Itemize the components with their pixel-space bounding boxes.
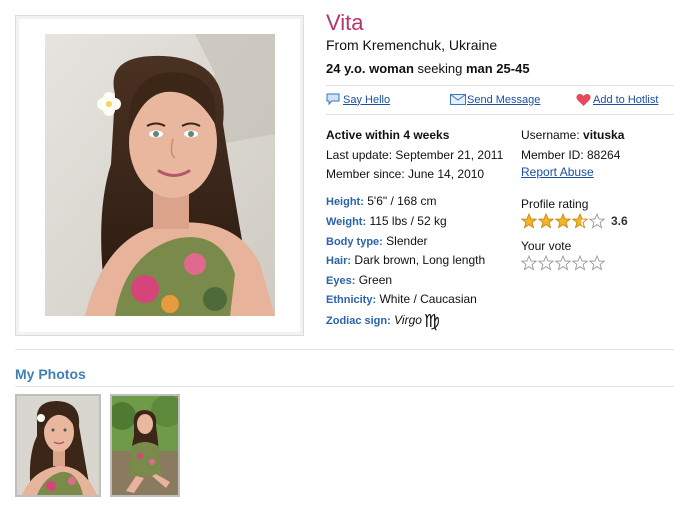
rating-star-icon — [538, 213, 554, 229]
say-hello-button[interactable]: Say Hello — [326, 93, 390, 106]
active-status: Active within 4 weeks — [326, 128, 450, 142]
last-update: Last update: September 21, 2011 — [326, 148, 504, 162]
divider-top — [326, 85, 674, 86]
detail-value: Slender — [382, 234, 428, 248]
detail-value: Green — [355, 273, 393, 287]
detail-row: Hair: Dark brown, Long length — [326, 253, 485, 267]
send-message-button[interactable]: Send Message — [450, 93, 540, 106]
heart-icon — [576, 93, 591, 106]
rating-star-icon — [521, 213, 537, 229]
photo-thumbnail-2[interactable] — [110, 394, 180, 497]
profile-location: From Kremenchuk, Ukraine — [326, 37, 498, 53]
photo-thumbnail-2-image — [112, 396, 178, 495]
profile-name: Vita — [326, 10, 364, 35]
profile-seeking: 24 y.o. woman seeking man 25-45 — [326, 61, 530, 76]
detail-row: Zodiac sign: Virgo ♍ — [326, 311, 440, 332]
divider-photos — [15, 349, 674, 350]
member-since: Member since: June 14, 2010 — [326, 167, 485, 181]
detail-row: Weight: 115 lbs / 52 kg — [326, 214, 447, 228]
username-label: Username: — [521, 128, 580, 142]
detail-label: Ethnicity: — [326, 294, 377, 306]
detail-label: Body type: — [326, 236, 383, 248]
member-id: Member ID: 88264 — [521, 148, 621, 162]
photo-thumbnail-1[interactable] — [15, 394, 101, 497]
chat-bubble-icon — [326, 93, 341, 106]
my-photos-title: My Photos — [15, 366, 86, 382]
username-row: Username: vituska — [521, 128, 624, 142]
detail-value: 5'6" / 168 cm — [363, 194, 437, 208]
rating-star-icon — [555, 213, 571, 229]
main-photo-image — [45, 34, 275, 316]
your-vote-label: Your vote — [521, 239, 572, 253]
report-abuse-link[interactable]: Report Abuse — [521, 165, 594, 179]
send-message-label: Send Message — [467, 93, 541, 106]
rating-star-icon — [589, 213, 605, 229]
detail-label: Weight: — [326, 216, 367, 228]
profile-rating-stars: 3.6 — [521, 213, 628, 229]
detail-row: Ethnicity: White / Caucasian — [326, 292, 477, 306]
detail-row: Body type: Slender — [326, 234, 428, 248]
username-value: vituska — [583, 128, 625, 142]
add-to-hotlist-button[interactable]: Add to Hotlist — [576, 93, 658, 106]
your-vote-stars[interactable] — [521, 255, 605, 271]
detail-row: Eyes: Green — [326, 273, 392, 287]
vote-star-icon[interactable] — [555, 255, 571, 271]
seeking-word: seeking — [417, 61, 463, 76]
vote-star-icon[interactable] — [538, 255, 554, 271]
virgo-icon: ♍ — [423, 311, 441, 331]
detail-label: Eyes: — [326, 275, 356, 287]
add-to-hotlist-label: Add to Hotlist — [593, 93, 659, 106]
say-hello-label: Say Hello — [343, 93, 391, 106]
envelope-icon — [450, 93, 466, 106]
vote-star-icon[interactable] — [589, 255, 605, 271]
detail-label: Hair: — [326, 255, 352, 267]
vote-star-icon[interactable] — [521, 255, 537, 271]
rating-star-icon — [572, 213, 588, 229]
detail-label: Zodiac sign: — [326, 315, 391, 327]
profile-seeking-range: man 25-45 — [465, 61, 530, 76]
main-profile-photo[interactable] — [45, 34, 275, 316]
detail-value: Virgo — [390, 313, 422, 327]
profile-age: 24 y.o. woman — [326, 61, 414, 76]
divider-photos-title — [15, 386, 674, 387]
detail-value: Dark brown, Long length — [351, 253, 486, 267]
detail-value: 115 lbs / 52 kg — [366, 214, 447, 228]
rating-value: 3.6 — [611, 214, 628, 228]
detail-row: Height: 5'6" / 168 cm — [326, 194, 436, 208]
main-photo-frame — [15, 15, 304, 336]
profile-rating-label: Profile rating — [521, 197, 589, 211]
detail-label: Height: — [326, 196, 364, 208]
vote-star-icon[interactable] — [572, 255, 588, 271]
photo-thumbnail-1-image — [17, 396, 99, 495]
detail-value: White / Caucasian — [376, 292, 477, 306]
divider-actions — [326, 114, 674, 115]
